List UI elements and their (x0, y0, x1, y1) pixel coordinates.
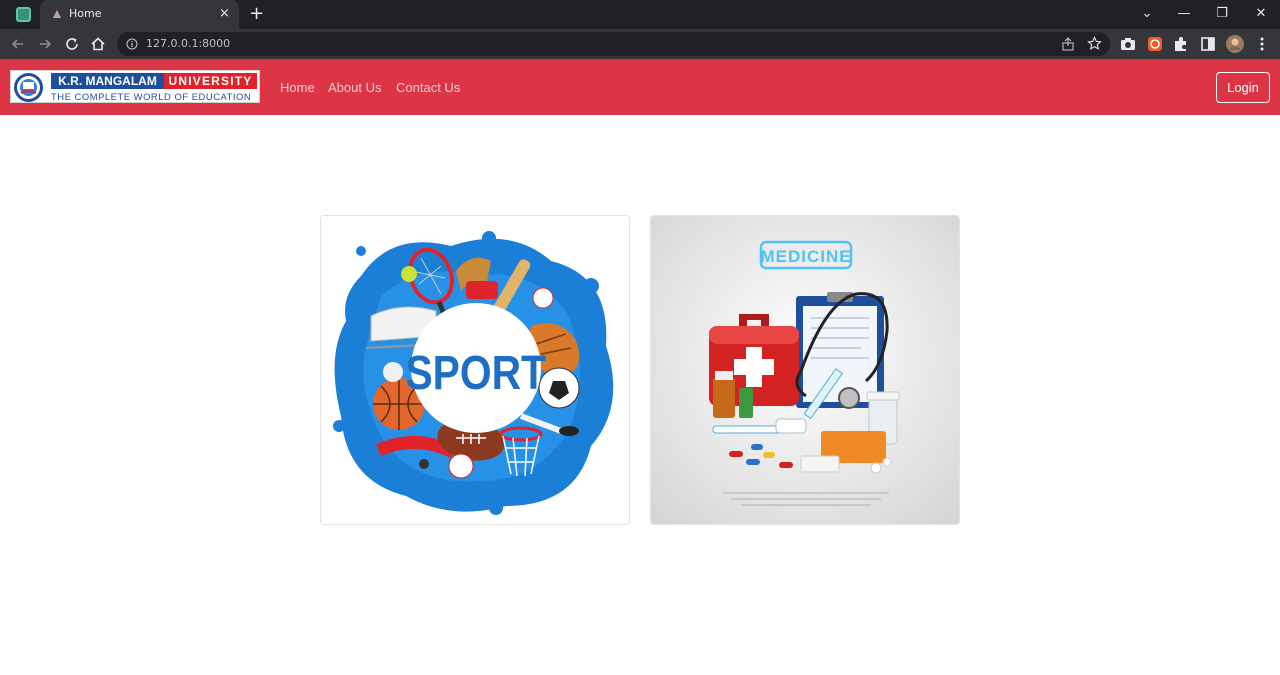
app-icon[interactable] (16, 7, 31, 22)
medicine-card[interactable]: MEDICINE (650, 215, 960, 525)
tab-search-icon[interactable]: ⌄ (1137, 4, 1157, 24)
logo-title: K.R. MANGALAM UNIVERSITY (51, 73, 257, 89)
browser-toolbar: 127.0.0.1:8000 (0, 29, 1280, 59)
close-window-button[interactable]: ✕ (1251, 4, 1271, 24)
side-panel-icon[interactable] (1198, 34, 1218, 54)
site-info-icon[interactable] (126, 38, 138, 50)
bookmark-star-icon[interactable] (1087, 36, 1102, 51)
minimize-button[interactable]: — (1174, 4, 1194, 24)
reload-icon[interactable] (62, 34, 82, 54)
university-seal-icon (14, 73, 43, 102)
sports-collage-icon: SPORT (333, 231, 614, 515)
new-tab-button[interactable]: + (249, 3, 264, 25)
home-icon[interactable] (88, 34, 108, 54)
forward-icon[interactable] (35, 34, 55, 54)
browser-tab-strip: Home × + ⌄ — ❐ ✕ (0, 0, 1280, 29)
medical-kit-collage-icon: MEDICINE (651, 216, 959, 524)
address-bar[interactable]: 127.0.0.1:8000 (117, 32, 1110, 56)
browser-tab[interactable]: Home × (40, 0, 239, 29)
more-menu-icon[interactable] (1252, 34, 1272, 54)
medicine-card-label: MEDICINE (760, 247, 851, 266)
site-navbar: K.R. MANGALAM UNIVERSITY THE COMPLETE WO… (0, 59, 1280, 115)
extensions-puzzle-icon[interactable] (1171, 34, 1191, 54)
nav-link-about-us[interactable]: About Us (328, 80, 381, 95)
tab-title: Home (69, 7, 102, 20)
share-icon[interactable] (1061, 37, 1075, 51)
sport-card-label: SPORT (405, 347, 546, 400)
sport-card[interactable]: SPORT (320, 215, 630, 525)
camera-icon[interactable] (1118, 34, 1138, 54)
tab-close-icon[interactable]: × (219, 6, 230, 22)
restore-button[interactable]: ❐ (1212, 4, 1232, 24)
logo-university: UNIVERSITY (164, 73, 257, 89)
profile-avatar[interactable] (1225, 34, 1245, 54)
nav-link-home[interactable]: Home (280, 80, 315, 95)
recorder-extension-icon[interactable] (1145, 34, 1165, 54)
university-logo[interactable]: K.R. MANGALAM UNIVERSITY THE COMPLETE WO… (10, 70, 260, 103)
logo-tagline: THE COMPLETE WORLD OF EDUCATION (51, 91, 252, 102)
login-button[interactable]: Login (1216, 72, 1270, 103)
tab-favicon-icon (53, 10, 61, 18)
logo-name: K.R. MANGALAM (51, 73, 164, 89)
url-text: 127.0.0.1:8000 (146, 37, 231, 50)
back-icon[interactable] (8, 34, 28, 54)
nav-link-contact-us[interactable]: Contact Us (396, 80, 460, 95)
